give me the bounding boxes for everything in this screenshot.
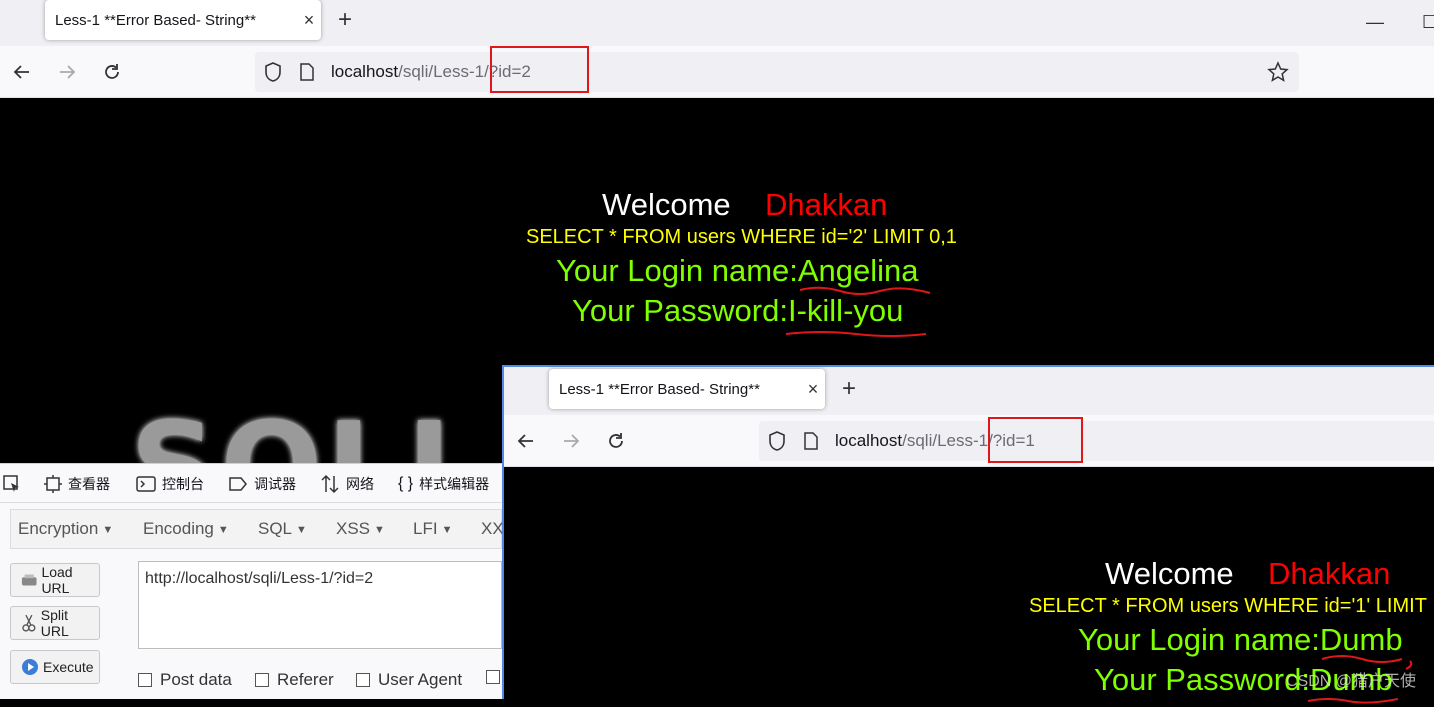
- shield-icon[interactable]: [767, 430, 787, 457]
- bookmark-star-icon[interactable]: [1267, 61, 1289, 88]
- tab-strip: Less-1 **Error Based- String** × +: [504, 367, 1434, 415]
- inspector-icon: [44, 475, 62, 493]
- address-bar[interactable]: localhost/sqli/Less-1/?id=2: [255, 52, 1299, 92]
- split-url-button[interactable]: Split URL: [10, 606, 100, 640]
- browser-tab[interactable]: Less-1 **Error Based- String** ×: [549, 369, 825, 409]
- devtools-tab-console[interactable]: 控制台: [136, 474, 204, 494]
- tab-title: Less-1 **Error Based- String**: [559, 380, 760, 398]
- tab-close-icon[interactable]: ×: [297, 10, 321, 31]
- element-picker-icon[interactable]: [2, 474, 22, 497]
- reload-icon[interactable]: [603, 428, 629, 454]
- navigation-toolbar: localhost/sqli/Less-1/?id=1: [504, 415, 1434, 467]
- browser-tab[interactable]: Less-1 **Error Based- String** ×: [45, 0, 321, 40]
- referer-checkbox[interactable]: Referer: [255, 670, 334, 690]
- minimize-icon[interactable]: —: [1366, 12, 1384, 33]
- network-icon: [321, 474, 339, 494]
- shield-icon[interactable]: [263, 61, 283, 88]
- new-tab-icon[interactable]: +: [842, 377, 856, 401]
- debugger-icon: [229, 477, 247, 491]
- checkbox-box[interactable]: [138, 673, 152, 687]
- load-url-icon: [21, 574, 37, 586]
- csdn-watermark: CSDN @猎户天使: [1285, 673, 1416, 690]
- hackbar-menu-sql[interactable]: SQL ▼: [258, 519, 307, 539]
- tab-strip: Less-1 **Error Based- String** × + — ☐: [0, 0, 1434, 46]
- tab-close-icon[interactable]: ×: [801, 379, 825, 400]
- user-agent-checkbox[interactable]: User Agent: [356, 670, 462, 690]
- browser-window-front: Less-1 **Error Based- String** × + local…: [502, 365, 1434, 704]
- forward-arrow-icon[interactable]: [54, 59, 80, 85]
- reload-icon[interactable]: [99, 59, 125, 85]
- devtools-panel: 查看器 控制台 调试器 网络 { } 样式编辑器 Encryption ▼ Enc…: [0, 463, 504, 699]
- checkbox-box[interactable]: [255, 673, 269, 687]
- page-info-icon[interactable]: [803, 432, 819, 455]
- style-editor-icon: { }: [398, 475, 414, 492]
- devtools-tab-network[interactable]: 网络: [320, 474, 374, 494]
- hackbar-menu-xss[interactable]: XSS ▼: [336, 519, 385, 539]
- page-info-icon[interactable]: [299, 63, 315, 86]
- hackbar-url-textarea[interactable]: http://localhost/sqli/Less-1/?id=2: [138, 561, 502, 649]
- url-highlight-box: [988, 417, 1083, 463]
- console-icon: [136, 476, 156, 492]
- back-arrow-icon[interactable]: [9, 59, 35, 85]
- new-tab-icon[interactable]: +: [338, 8, 352, 32]
- devtools-tab-style-editor[interactable]: { } 样式编辑器: [398, 474, 489, 494]
- url-highlight-box: [490, 46, 589, 93]
- play-icon: [22, 659, 38, 675]
- execute-button[interactable]: Execute: [10, 650, 100, 684]
- back-arrow-icon[interactable]: [513, 428, 539, 454]
- tab-title: Less-1 **Error Based- String**: [55, 11, 256, 29]
- checkbox-box[interactable]: [486, 670, 500, 684]
- navigation-toolbar: localhost/sqli/Less-1/?id=2: [0, 46, 1434, 98]
- forward-arrow-icon[interactable]: [558, 428, 584, 454]
- hackbar-menu-encoding[interactable]: Encoding ▼: [143, 519, 229, 539]
- post-data-checkbox[interactable]: Post data: [138, 670, 232, 690]
- cookies-checkbox[interactable]: [486, 670, 500, 684]
- sqli-logo-art: SQLI: [130, 408, 502, 468]
- scissors-icon: [22, 614, 36, 632]
- address-bar[interactable]: localhost/sqli/Less-1/?id=1: [759, 421, 1434, 461]
- hackbar-menu-xx[interactable]: XX: [481, 519, 504, 539]
- checkbox-box[interactable]: [356, 673, 370, 687]
- devtools-tabs: 查看器 控制台 调试器 网络 { } 样式编辑器: [0, 463, 502, 503]
- maximize-icon[interactable]: ☐: [1422, 12, 1434, 33]
- hackbar-menu-lfi[interactable]: LFI ▼: [413, 519, 452, 539]
- hackbar-menu-encryption[interactable]: Encryption ▼: [18, 519, 113, 539]
- red-underline-annotations: [785, 286, 931, 337]
- hackbar-menu: Encryption ▼ Encoding ▼ SQL ▼ XSS ▼ LFI ▼ XX: [10, 509, 504, 549]
- load-url-button[interactable]: Load URL: [10, 563, 100, 597]
- devtools-tab-inspector[interactable]: 查看器: [44, 474, 110, 494]
- devtools-tab-debugger[interactable]: 调试器: [228, 474, 296, 494]
